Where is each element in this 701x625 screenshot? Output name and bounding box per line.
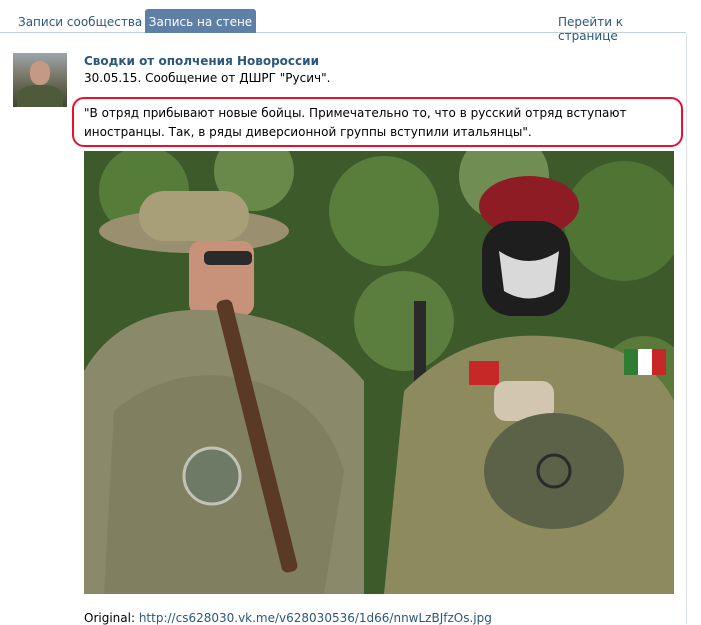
avatar-face bbox=[30, 61, 50, 85]
original-label: Original: bbox=[84, 611, 135, 625]
original-source: Original: http://cs628030.vk.me/v6280305… bbox=[84, 611, 492, 625]
content-divider bbox=[686, 33, 687, 624]
post-photo[interactable] bbox=[84, 151, 674, 594]
original-link[interactable]: http://cs628030.vk.me/v628030536/1d66/nn… bbox=[139, 611, 492, 625]
tab-bar: Записи сообщества Запись на стене Перейт… bbox=[0, 0, 686, 43]
avatar-body bbox=[17, 85, 63, 107]
author-avatar[interactable] bbox=[13, 53, 67, 107]
tab-wall-post[interactable]: Запись на стене bbox=[145, 9, 256, 33]
post-meta: 30.05.15. Сообщение от ДШРГ "Русич". bbox=[84, 71, 331, 85]
post-text: "В отряд прибывают новые бойцы. Примечат… bbox=[84, 106, 627, 139]
photo-illustration bbox=[84, 151, 674, 594]
tab-community-posts[interactable]: Записи сообщества bbox=[18, 15, 142, 29]
go-to-page-link[interactable]: Перейти к странице bbox=[558, 15, 686, 43]
post-author-link[interactable]: Сводки от ополчения Новороссии bbox=[84, 54, 319, 68]
